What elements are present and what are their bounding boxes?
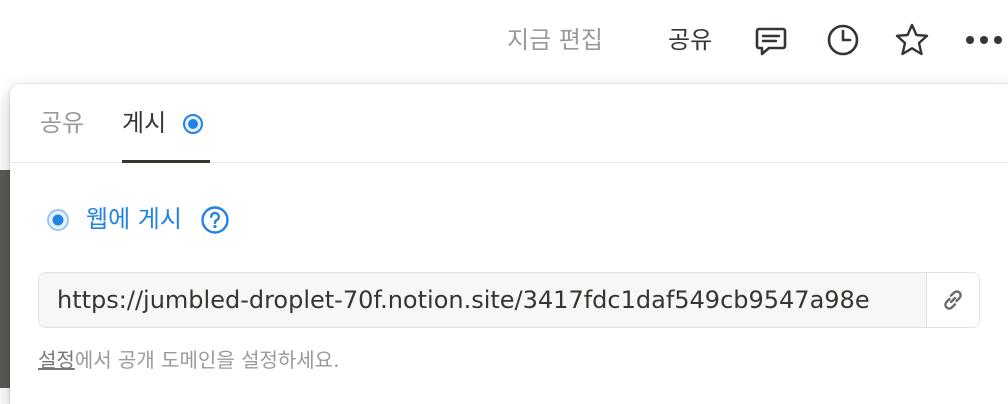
star-icon[interactable] [892,20,932,60]
copy-link-button[interactable] [926,273,979,327]
active-tab-indicator [122,160,210,163]
tab-publish[interactable]: 게시 [122,106,166,140]
more-icon[interactable] [960,20,1008,60]
domain-settings-hint: 설정에서 공개 도메인을 설정하세요. [38,346,339,374]
comment-icon[interactable] [751,20,791,60]
share-popover: 공유 게시 웹에 게시 https://jumbled-droplet-70f.… [10,84,1008,404]
publish-to-web-label: 웹에 게시 [86,205,182,233]
tab-share[interactable]: 공유 [40,106,84,140]
published-indicator-icon [183,114,203,134]
live-indicator-icon [47,209,69,231]
settings-link[interactable]: 설정 [38,348,75,372]
public-url-text[interactable]: https://jumbled-droplet-70f.notion.site/… [57,273,925,327]
clock-icon[interactable] [823,20,863,60]
public-url-field[interactable]: https://jumbled-droplet-70f.notion.site/… [38,272,980,328]
page-background [0,170,10,388]
help-icon[interactable] [200,205,230,235]
popover-tabs: 공유 게시 [10,84,1008,163]
edited-status: 지금 편집 [507,26,603,54]
top-bar: 지금 편집 공유 [0,0,1008,82]
link-icon [944,290,962,310]
hint-text: 에서 공개 도메인을 설정하세요. [74,348,340,372]
share-button[interactable]: 공유 [668,22,712,58]
